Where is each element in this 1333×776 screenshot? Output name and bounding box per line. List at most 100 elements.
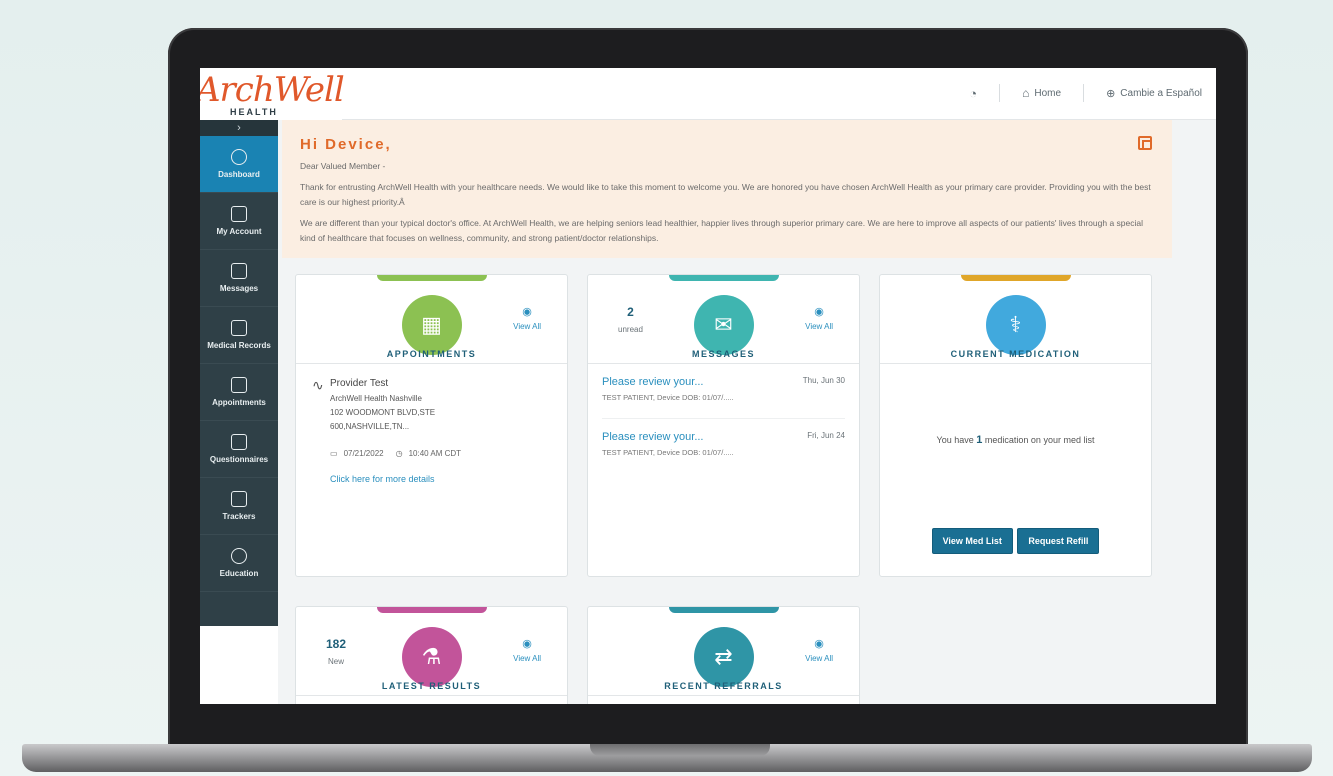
appointment-datetime: ▭ 07/21/2022 ◷ 10:40 AM CDT [330, 449, 555, 458]
results-label: New [328, 657, 345, 666]
eye-icon: ◉ [814, 638, 824, 650]
referrals-circle: ⇄ [693, 627, 754, 687]
card-header: 2 unread ✉ ◉ View All MESSAGES [588, 275, 859, 364]
message-date: Thu, Jun 30 [802, 376, 845, 385]
medication-count: 1 [976, 434, 983, 446]
appointment-details: ∿ Provider Test ArchWell Health Nashvill… [296, 364, 567, 494]
view-med-list-button[interactable]: View Med List [931, 528, 1013, 554]
stethoscope-icon: ∿ [312, 377, 324, 393]
sidebar-item-appointments[interactable]: Appointments [200, 364, 278, 421]
view-all-label: View All [805, 322, 833, 331]
dashboard-icon [231, 149, 247, 165]
card-header: ▦ ◉ View All APPOINTMENTS [296, 275, 567, 364]
address-line: 102 WOODMONT BLVD,STE [330, 408, 436, 417]
medication-card: ⚕ CURRENT MEDICATION You have 1 medicati… [879, 274, 1152, 577]
calendar-icon [231, 377, 247, 393]
topbar-actions: ◔ ⌂ Home ⊕ Cambie a Español [969, 84, 1202, 102]
questionnaire-icon [231, 434, 247, 450]
welcome-greeting: Dear Valued Member - [300, 161, 386, 171]
laptop-notch [590, 744, 770, 756]
topbar: ArchWell HEALTH ◔ ⌂ Home ⊕ Cambie a Espa… [200, 68, 1216, 120]
message-sender: TEST PATIENT, Device DOB: 01/07/..... [602, 448, 734, 457]
message-date: Fri, Jun 24 [807, 431, 845, 440]
results-circle: ⚗ [401, 627, 462, 687]
welcome-paragraph: We are different than your typical docto… [300, 218, 1143, 243]
account-icon [231, 206, 247, 222]
sidebar-item-label: Trackers [222, 512, 256, 521]
view-all-button[interactable]: ◉ View All [805, 637, 833, 663]
clock-icon: ◷ [395, 449, 403, 458]
screen: ArchWell HEALTH ◔ ⌂ Home ⊕ Cambie a Espa… [200, 68, 1216, 704]
results-count: 182 New [326, 637, 346, 666]
home-link[interactable]: ⌂ Home [1022, 86, 1061, 100]
card-header: ⚕ CURRENT MEDICATION [880, 275, 1151, 364]
home-label: Home [1034, 87, 1062, 99]
medical-records-icon [231, 320, 247, 336]
globe-icon: ⊕ [1106, 87, 1116, 100]
language-label: Cambie a Español [1120, 87, 1202, 99]
welcome-title: Hi Device, [300, 136, 392, 153]
unread-number: 2 [627, 305, 634, 319]
welcome-banner: Hi Device, Dear Valued Member - Thank fo… [282, 120, 1172, 258]
sidebar-item-my-account[interactable]: My Account [200, 193, 278, 250]
card-title: APPOINTMENTS [386, 349, 477, 359]
medication-circle: ⚕ [985, 295, 1046, 355]
eye-icon: ◉ [522, 306, 532, 318]
card-title: RECENT REFERRALS [664, 681, 783, 691]
language-link[interactable]: ⊕ Cambie a Español [1106, 87, 1202, 100]
eye-icon: ◉ [814, 306, 824, 318]
flask-icon: ⚗ [421, 644, 442, 669]
sidebar-item-label: My Account [216, 227, 262, 236]
envelope-icon: ✉ [714, 312, 733, 337]
logo-wordmark: ArchWell [200, 70, 345, 110]
list-item[interactable]: Please review your... Fri, Jun 24 TEST P… [602, 418, 845, 457]
calendar-icon: ▦ [421, 312, 442, 337]
sidebar-item-messages[interactable]: Messages [200, 250, 278, 307]
view-all-button[interactable]: ◉ View All [805, 305, 833, 331]
view-all-button[interactable]: ◉ View All [513, 305, 541, 331]
home-icon: ⌂ [1022, 86, 1030, 100]
message-subject: Please review your... [602, 431, 704, 443]
sidebar-item-dashboard[interactable]: Dashboard [200, 136, 278, 193]
sidebar-item-medical-records[interactable]: Medical Records [200, 307, 278, 364]
help-icon[interactable]: ◔ [969, 86, 977, 101]
messages-card: 2 unread ✉ ◉ View All MESSAGES Please re… [587, 274, 860, 577]
medication-text: You have [936, 435, 974, 445]
unread-count: 2 unread [618, 305, 643, 334]
results-number: 182 [326, 637, 347, 651]
sidebar: › Dashboard My Account Messages Medical … [200, 120, 278, 704]
medication-text: medication on your med list [984, 435, 1095, 445]
medication-summary: You have 1 medication on your med list [880, 364, 1151, 458]
calendar-icon: ▭ [330, 449, 338, 458]
welcome-paragraph: Thank for entrusting ArchWell Health wit… [300, 182, 1151, 207]
divider [1083, 84, 1085, 102]
request-refill-button[interactable]: Request Refill [1017, 528, 1100, 554]
expand-icon[interactable] [1138, 136, 1152, 150]
sidebar-item-label: Questionnaires [209, 455, 269, 464]
list-item[interactable]: Please review your... Thu, Jun 30 TEST P… [602, 376, 845, 402]
messages-circle: ✉ [693, 295, 754, 355]
appointments-card: ▦ ◉ View All APPOINTMENTS ∿ Provider Tes… [295, 274, 568, 577]
view-all-label: View All [805, 654, 833, 663]
sidebar-item-trackers[interactable]: Trackers [200, 478, 278, 535]
appointments-circle: ▦ [401, 295, 462, 355]
sidebar-item-label: Messages [219, 284, 259, 293]
appointment-details-link[interactable]: Click here for more details [330, 474, 555, 484]
sidebar-nav: › Dashboard My Account Messages Medical … [200, 120, 278, 626]
view-all-label: View All [513, 322, 541, 331]
sidebar-collapse-toggle[interactable]: › [200, 120, 278, 136]
logo-subtitle: HEALTH [230, 107, 278, 117]
sidebar-item-label: Medical Records [207, 341, 271, 350]
view-all-button[interactable]: ◉ View All [513, 637, 541, 663]
trackers-icon [231, 491, 247, 507]
card-header: 182 New ⚗ ◉ View All LATEST RESULTS [296, 607, 567, 696]
eye-icon: ◉ [522, 638, 532, 650]
card-header: ⇄ ◉ View All RECENT REFERRALS [588, 607, 859, 696]
sidebar-item-label: Education [219, 569, 259, 578]
appointment-time: 10:40 AM CDT [408, 449, 462, 458]
appointment-date: 07/21/2022 [343, 449, 384, 458]
sidebar-item-education[interactable]: Education [200, 535, 278, 592]
sidebar-item-questionnaires[interactable]: Questionnaires [200, 421, 278, 478]
pill-bottle-icon: ⚕ [1009, 312, 1022, 337]
logo[interactable]: ArchWell HEALTH [200, 68, 345, 120]
